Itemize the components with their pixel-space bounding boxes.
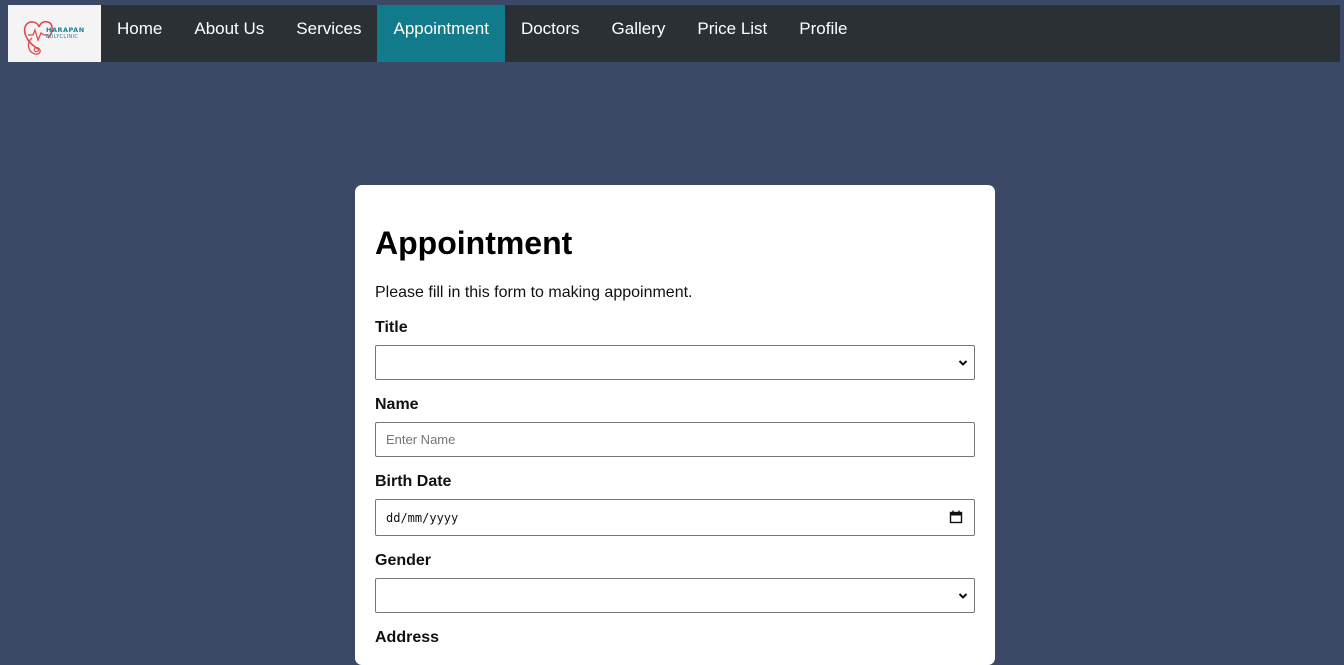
address-label: Address — [375, 629, 440, 646]
nav-services[interactable]: Services — [280, 5, 377, 62]
birth-date-input[interactable]: dd/mm/yyyy — [375, 499, 975, 536]
chevron-down-icon — [958, 593, 968, 599]
nav-price-list[interactable]: Price List — [681, 5, 783, 62]
brand-line2: POLYCLINIC — [46, 33, 79, 40]
birth-date-placeholder: dd/mm/yyyy — [386, 510, 459, 525]
gender-select[interactable] — [375, 578, 975, 613]
nav-doctors[interactable]: Doctors — [505, 5, 596, 62]
calendar-icon[interactable] — [949, 510, 963, 524]
form-heading: Appointment — [375, 225, 573, 261]
title-select[interactable] — [375, 345, 975, 380]
nav-appointment[interactable]: Appointment — [377, 5, 505, 62]
brand-logo[interactable]: HARAPAN POLYCLINIC — [8, 5, 101, 62]
nav-about-us[interactable]: About Us — [178, 5, 280, 62]
name-input[interactable]: Enter Name — [375, 422, 975, 457]
gender-label: Gender — [375, 552, 432, 569]
form-intro-text: Please fill in this form to making appoi… — [375, 284, 693, 301]
brand-line1: HARAPAN — [46, 26, 85, 34]
title-label: Title — [375, 319, 408, 336]
birth-date-label: Birth Date — [375, 473, 452, 490]
appointment-form-card: Appointment Please fill in this form to … — [355, 185, 995, 665]
brand-name: HARAPAN POLYCLINIC — [46, 27, 85, 40]
chevron-down-icon — [958, 360, 968, 366]
name-input-placeholder: Enter Name — [386, 432, 456, 447]
main-navbar: HARAPAN POLYCLINIC Home About Us Service… — [8, 5, 1340, 62]
name-label: Name — [375, 396, 419, 413]
nav-home[interactable]: Home — [101, 5, 178, 62]
nav-gallery[interactable]: Gallery — [596, 5, 682, 62]
nav-profile[interactable]: Profile — [783, 5, 863, 62]
